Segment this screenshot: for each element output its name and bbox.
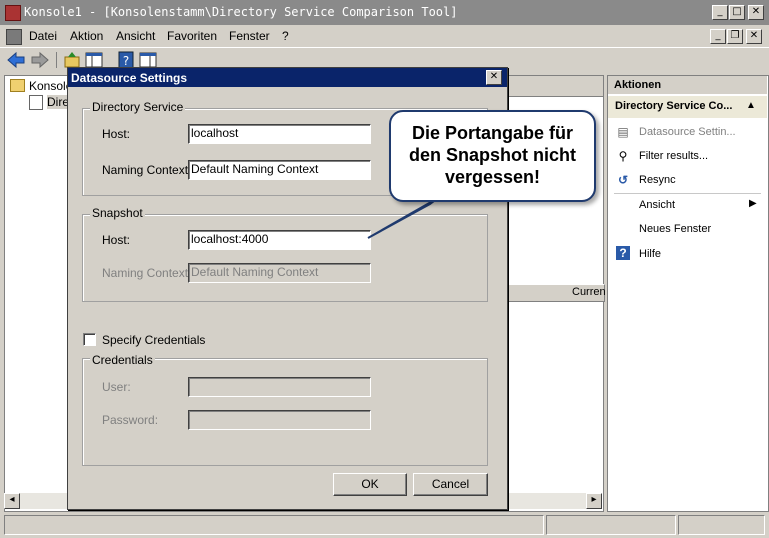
ds-host-label: Host: [102,127,131,141]
dialog-title: Datasource Settings [71,71,188,85]
tree-root-label[interactable]: Konsole [29,79,72,93]
action-section-title[interactable]: Directory Service Co... [615,100,732,112]
callout-line-2: den Snapshot nicht [408,145,576,165]
directory-service-legend: Directory Service [90,100,186,114]
user-label: User: [102,380,131,394]
folder-icon [10,79,25,92]
svg-text:?: ? [123,54,129,68]
help-icon: ? [616,246,630,260]
snapshot-naming-context-label: Naming Context: [102,266,192,280]
cancel-button[interactable]: Cancel [413,473,488,496]
ds-host-input[interactable]: localhost [188,124,371,144]
scroll-right-arrow-icon[interactable]: ▸ [586,493,602,509]
snapshot-host-input[interactable]: localhost:4000 [188,230,371,250]
child-close-button[interactable]: ✕ [746,29,762,44]
action-hilfe[interactable]: Hilfe [639,248,661,260]
menu-datei[interactable]: Datei [29,29,57,43]
app-icon [5,5,21,21]
toolbar-separator [56,52,57,68]
dialog-titlebar: Datasource Settings ✕ [68,68,507,87]
credentials-legend: Credentials [90,353,155,367]
callout-pointer [367,197,439,239]
collapse-arrow-icon[interactable]: ▲ [746,100,756,111]
filter-icon: ⚲ [618,149,628,163]
menu-ansicht[interactable]: Ansicht [116,29,155,43]
submenu-arrow-icon: ▶ [749,198,757,209]
minimize-button[interactable]: _ [712,5,728,20]
password-label: Password: [102,413,159,427]
ds-naming-context-input[interactable]: Default Naming Context [188,160,371,180]
menu-fenster[interactable]: Fenster [229,29,270,43]
menu-aktion[interactable]: Aktion [70,29,103,43]
ok-button[interactable]: OK [333,473,407,496]
action-divider [614,193,761,194]
callout-bubble: Die Portangabe für den Snapshot nicht ve… [389,110,596,202]
snapshot-legend: Snapshot [90,206,145,220]
forward-arrow-icon[interactable] [30,51,50,69]
callout-line-1: Die Portangabe für [411,123,574,143]
resync-icon: ↺ [617,173,629,187]
snapin-icon [29,95,43,110]
close-button[interactable]: ✕ [748,5,764,20]
datasource-icon: ▤ [617,125,629,139]
child-restore-button[interactable]: ❐ [727,29,743,44]
action-neues-fenster[interactable]: Neues Fenster [639,223,711,235]
tree-child-label[interactable]: Dire [47,95,70,109]
snapshot-naming-context-input: Default Naming Context [188,263,371,283]
toolbar-divider [0,47,769,48]
action-pane [607,75,769,512]
action-ansicht[interactable]: Ansicht [639,199,675,211]
snapshot-host-label: Host: [102,233,131,247]
scroll-left-arrow-icon[interactable]: ◂ [4,493,20,509]
menu-favoriten[interactable]: Favoriten [167,29,217,43]
callout-line-3: vergessen! [444,167,541,187]
back-arrow-icon[interactable] [6,51,26,69]
ds-naming-context-label: Naming Context: [102,163,192,177]
action-resync[interactable]: Resync [639,174,676,186]
action-datasource-settings[interactable]: Datasource Settin... [639,126,736,138]
column-header-current[interactable]: Curren [572,286,606,298]
action-pane-title: Aktionen [614,79,662,91]
status-bar-section-2 [546,515,676,535]
password-input [188,410,371,430]
status-bar-main [4,515,544,535]
callout-text: Die Portangabe für den Snapshot nicht ve… [391,122,594,188]
specify-credentials-label[interactable]: Specify Credentials [102,333,205,347]
dialog-close-button[interactable]: ✕ [486,70,502,85]
window-title: Konsole1 - [Konsolenstamm\Directory Serv… [24,5,458,19]
menu-help[interactable]: ? [282,29,289,43]
user-input [188,377,371,397]
console-icon [6,29,22,45]
child-minimize-button[interactable]: _ [710,29,726,44]
specify-credentials-checkbox[interactable] [83,333,96,346]
action-filter-results[interactable]: Filter results... [639,150,708,162]
window-titlebar: Konsole1 - [Konsolenstamm\Directory Serv… [0,0,769,25]
status-bar-section-3 [678,515,765,535]
maximize-button[interactable]: □ [729,5,745,20]
